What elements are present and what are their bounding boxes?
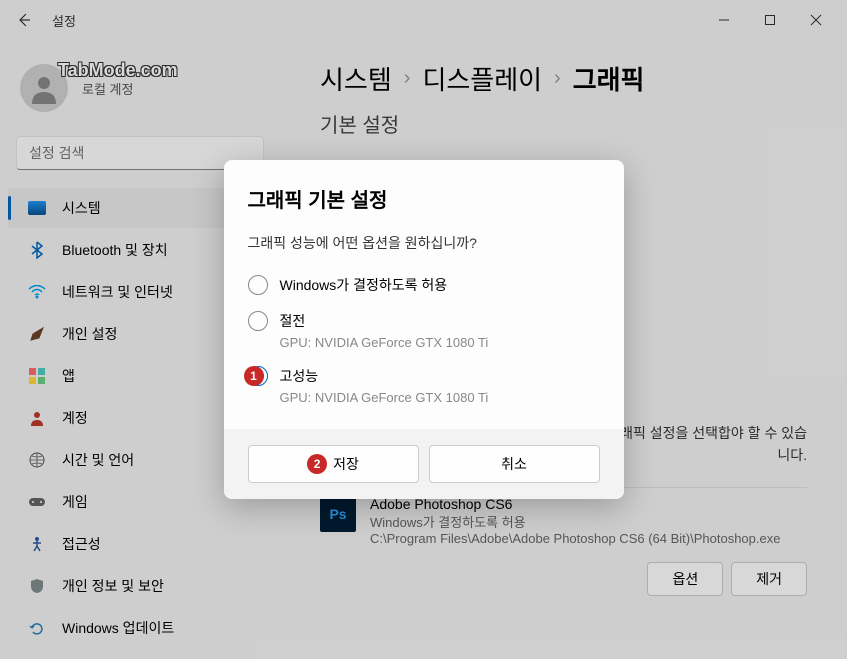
radio-label: 고성능 xyxy=(280,366,319,386)
modal-overlay: 그래픽 기본 설정 그래픽 성능에 어떤 옵션을 원하십니까? Windows가… xyxy=(0,0,847,659)
dialog-footer: 2 저장 취소 xyxy=(224,429,624,499)
annotation-badge-1: 1 xyxy=(244,366,264,386)
radio-label: 절전 xyxy=(280,311,306,331)
radio-high-performance[interactable]: 1 고성능 xyxy=(248,358,600,394)
cancel-button[interactable]: 취소 xyxy=(429,445,600,483)
radio-label: Windows가 결정하도록 허용 xyxy=(280,275,448,295)
save-button[interactable]: 2 저장 xyxy=(248,445,419,483)
graphics-preference-dialog: 그래픽 기본 설정 그래픽 성능에 어떤 옵션을 원하십니까? Windows가… xyxy=(224,160,624,499)
radio-power-saving[interactable]: 절전 xyxy=(248,303,600,339)
radio-icon xyxy=(248,311,268,331)
annotation-badge-2: 2 xyxy=(307,454,327,474)
radio-let-windows-decide[interactable]: Windows가 결정하도록 허용 xyxy=(248,267,600,303)
save-button-label: 저장 xyxy=(333,454,359,474)
radio-icon xyxy=(248,275,268,295)
dialog-question: 그래픽 성능에 어떤 옵션을 원하십니까? xyxy=(248,233,600,253)
dialog-title: 그래픽 기본 설정 xyxy=(248,184,600,213)
dialog-body: 그래픽 기본 설정 그래픽 성능에 어떤 옵션을 원하십니까? Windows가… xyxy=(224,160,624,429)
